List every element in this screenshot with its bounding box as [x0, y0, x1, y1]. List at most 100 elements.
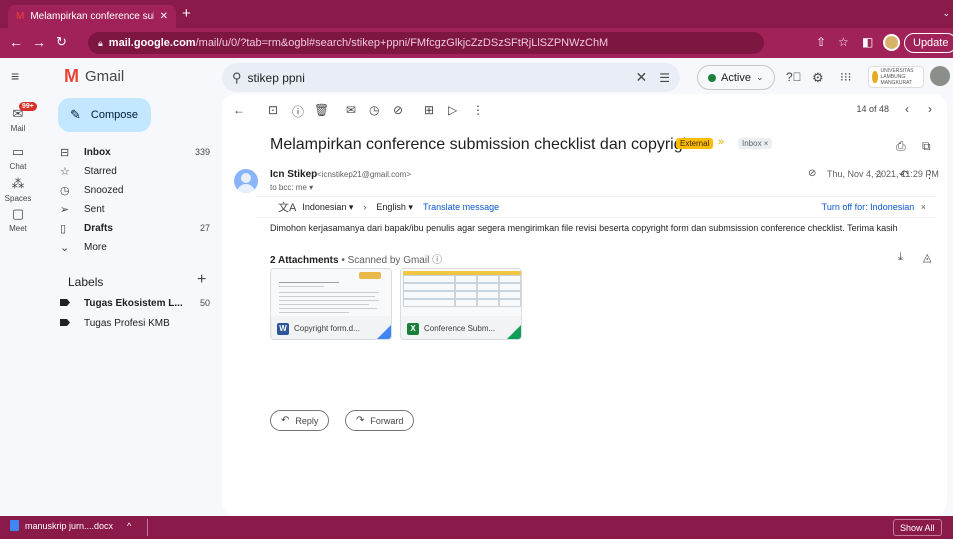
- rail-meet[interactable]: ▢ Meet: [0, 206, 36, 233]
- help-icon[interactable]: ?⃝: [786, 70, 802, 84]
- mark-unread-icon[interactable]: ✉: [346, 103, 356, 117]
- archive-icon[interactable]: ⊡: [268, 103, 278, 117]
- add-task-icon[interactable]: ⊘: [393, 103, 403, 117]
- settings-gear-icon[interactable]: ⚙: [812, 70, 824, 86]
- gmail-logo[interactable]: M Gmail: [64, 66, 124, 87]
- recipient-details[interactable]: to bcc: me ▾: [270, 183, 313, 192]
- label-name: Tugas Profesi KMB: [84, 317, 170, 329]
- nav-inbox[interactable]: ⊟ Inbox 339: [58, 142, 210, 162]
- doc-line: [279, 296, 375, 297]
- new-tab-button[interactable]: +: [182, 5, 191, 22]
- nav-snoozed[interactable]: ◷ Snoozed: [58, 180, 210, 200]
- meet-icon: ▢: [11, 206, 25, 221]
- side-panel-icon[interactable]: ◧: [862, 35, 873, 49]
- translate-message-link[interactable]: Translate message: [423, 202, 499, 212]
- close-translate-icon[interactable]: ×: [921, 202, 926, 212]
- attachment-footer: W Copyright form.d...: [271, 316, 391, 339]
- turn-off-translate[interactable]: Turn off for: Indonesian ×: [822, 202, 926, 212]
- download-filename: manuskrip jurn....docx: [25, 520, 114, 531]
- university-emblem-icon: [872, 71, 878, 83]
- close-tab-icon[interactable]: ✕: [160, 11, 168, 22]
- search-input[interactable]: stikep ppni: [248, 71, 636, 85]
- sheet-cell: [455, 283, 477, 291]
- organization-logo[interactable]: UNIVERSITAS LAMBUNG MANGKURAT: [868, 66, 924, 88]
- importance-marker-icon[interactable]: »: [718, 136, 724, 148]
- rail-mail[interactable]: ✉ 99+ Mail: [0, 102, 37, 133]
- attachment-card[interactable]: W Copyright form.d...: [270, 268, 392, 340]
- status-dropdown[interactable]: Active ⌄: [697, 65, 775, 90]
- label-tugas-ekosistem[interactable]: Tugas Ekosistem L... 50: [58, 293, 210, 313]
- create-label-icon[interactable]: +: [197, 271, 206, 289]
- delete-icon[interactable]: 🗑︎: [314, 103, 329, 117]
- attachment-card[interactable]: X Conference Subm...: [400, 268, 522, 340]
- show-all-button[interactable]: Show All: [893, 519, 942, 536]
- sender-email: <icnstikep21@gmail.com>: [317, 170, 411, 179]
- sheet-cell: [477, 291, 499, 299]
- more-vert-icon[interactable]: ⋮: [924, 168, 935, 181]
- nav-more[interactable]: ⌄ More: [58, 237, 210, 257]
- move-to-icon[interactable]: ⊞: [424, 103, 434, 117]
- attachment-icon: ⊘: [808, 168, 817, 179]
- print-icon[interactable]: ⎙: [896, 139, 906, 154]
- nav-starred[interactable]: ☆ Starred: [58, 161, 210, 181]
- sheet-cell: [403, 291, 455, 299]
- sender-avatar[interactable]: [234, 169, 258, 193]
- update-button[interactable]: Update: [904, 33, 953, 53]
- browser-tab[interactable]: M Melampirkan conference subm ✕: [8, 5, 176, 28]
- doc-line: [279, 282, 339, 283]
- search-icon[interactable]: ⚲: [232, 70, 242, 86]
- tab-search-chevron-icon[interactable]: ⌄: [942, 8, 950, 19]
- reply-button[interactable]: ↶ Reply: [270, 410, 330, 431]
- download-all-icon[interactable]: ⤓: [898, 251, 903, 264]
- url-bar[interactable]: 🔒︎ mail.google.com /mail/u/0/?tab=rm&ogb…: [88, 32, 764, 54]
- bookmark-star-icon[interactable]: ☆: [838, 35, 849, 49]
- avatar-body-icon: [237, 184, 255, 193]
- attachment-footer: X Conference Subm...: [401, 316, 521, 339]
- forward-icon[interactable]: →: [32, 34, 46, 50]
- organization-name: UNIVERSITAS LAMBUNG MANGKURAT: [880, 68, 914, 86]
- rail-chat[interactable]: ▭ Chat: [0, 144, 36, 171]
- compose-button[interactable]: ✎ Compose: [58, 98, 151, 132]
- open-new-window-icon[interactable]: ⧉: [922, 139, 931, 154]
- inbox-label-chip[interactable]: Inbox ×: [738, 138, 773, 149]
- nav-count: 27: [199, 223, 210, 233]
- share-icon[interactable]: ⇧: [816, 35, 826, 49]
- doc-line: [279, 304, 369, 305]
- nav-sent[interactable]: ➢ Sent: [58, 199, 210, 219]
- attachment-name: Copyright form.d...: [294, 324, 360, 333]
- rail-meet-label: Meet: [9, 224, 27, 233]
- sender-name[interactable]: Icn Stikep: [270, 169, 317, 180]
- more-vert-icon[interactable]: ⋮: [472, 103, 484, 117]
- snooze-icon[interactable]: ◷: [369, 103, 379, 117]
- back-icon[interactable]: ←: [9, 34, 23, 50]
- download-item[interactable]: manuskrip jurn....docx ^: [10, 520, 131, 531]
- newer-chevron-icon[interactable]: ‹: [905, 102, 909, 116]
- source-language-select[interactable]: Indonesian ▾: [302, 202, 353, 213]
- clear-search-icon[interactable]: ✕: [636, 69, 648, 86]
- back-to-search-icon[interactable]: ←: [233, 103, 245, 117]
- older-chevron-icon[interactable]: ›: [928, 102, 932, 116]
- forward-button[interactable]: ↷ Forward: [345, 410, 415, 431]
- reply-icon[interactable]: ↶: [899, 168, 908, 181]
- download-menu-chevron-icon[interactable]: ^: [127, 521, 131, 531]
- doc-line: [279, 292, 379, 293]
- rail-spaces[interactable]: ⁂ Spaces: [0, 176, 36, 203]
- apps-grid-icon[interactable]: ⁝⁝⁝: [840, 70, 851, 84]
- account-avatar[interactable]: [930, 66, 950, 86]
- report-spam-icon[interactable]: ⓘ: [292, 103, 304, 120]
- reload-icon[interactable]: ↻: [56, 34, 67, 50]
- star-icon[interactable]: ☆: [874, 168, 884, 181]
- search-options-icon[interactable]: ☰: [659, 71, 670, 85]
- search-bar[interactable]: ⚲ stikep ppni ✕ ☰: [222, 63, 680, 92]
- profile-avatar[interactable]: [883, 34, 900, 51]
- gmail-app: ≡ M Gmail ✉ 99+ Mail ▭ Chat ⁂ Spaces ▢ M…: [0, 58, 953, 516]
- nav-drafts[interactable]: ▯ Drafts 27: [58, 218, 210, 238]
- sheet-cell: [477, 275, 499, 283]
- label-icon[interactable]: ▷: [448, 103, 457, 117]
- label-tugas-profesi[interactable]: Tugas Profesi KMB: [58, 313, 210, 333]
- sheet-cell: [455, 275, 477, 283]
- save-to-drive-icon[interactable]: ◬: [923, 251, 931, 264]
- target-language-select[interactable]: English ▾: [376, 202, 413, 213]
- url-path: /mail/u/0/?tab=rm&ogbl#search/stikep+ppn…: [195, 37, 609, 49]
- forward-label: Forward: [370, 415, 404, 426]
